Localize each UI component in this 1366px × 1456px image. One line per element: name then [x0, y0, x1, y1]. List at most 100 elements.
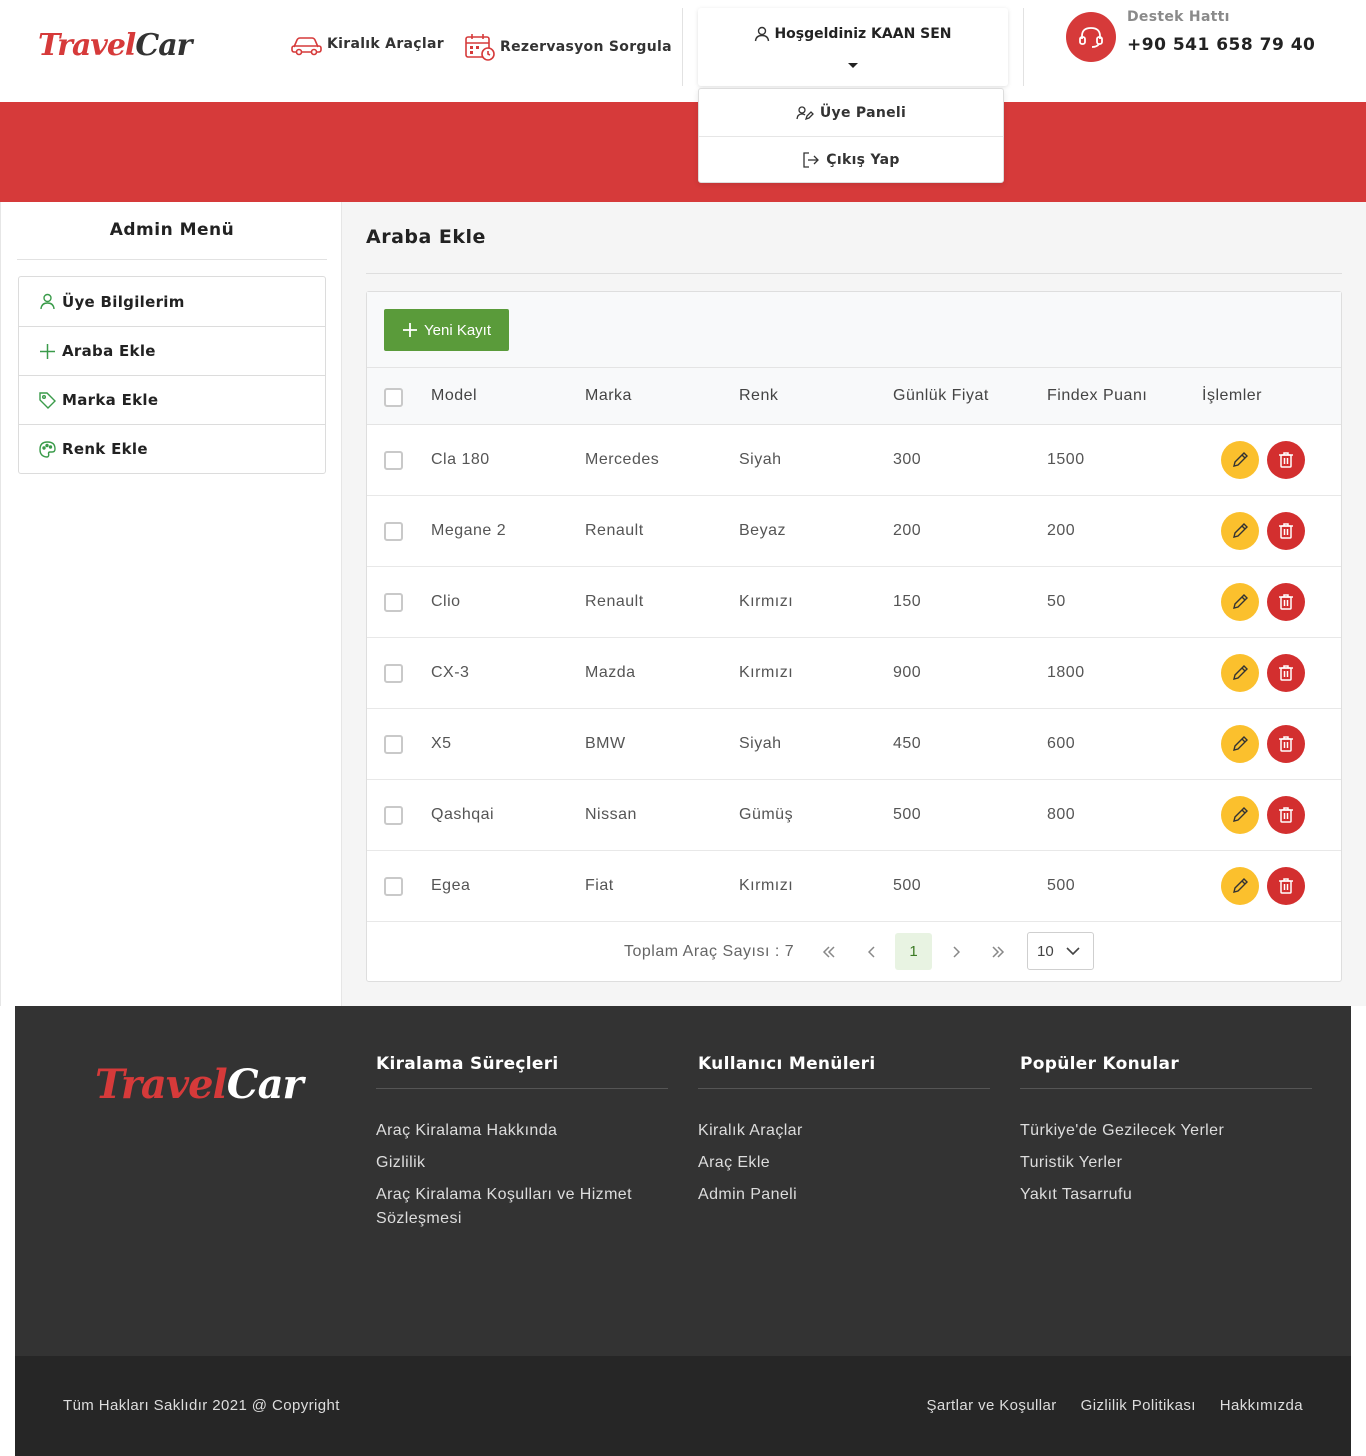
next-page-button[interactable] — [937, 933, 974, 970]
user-welcome-dropdown[interactable]: Hoşgeldiniz KAAN SEN — [698, 8, 1008, 86]
column-header-daily-price[interactable]: Günlük Fiyat — [893, 387, 989, 405]
sidebar-item-add-color[interactable]: Renk Ekle — [19, 424, 325, 473]
table-row: Egea Fiat Kırmızı 500 500 — [367, 851, 1341, 922]
table-cell: X5 — [431, 735, 452, 752]
sidebar-item-add-brand[interactable]: Marka Ekle — [19, 375, 325, 424]
footer-column-title: Kullanıcı Menüleri — [698, 1054, 876, 1074]
column-header-brand[interactable]: Marka — [585, 387, 632, 405]
row-checkbox[interactable] — [384, 451, 403, 470]
footer-column-user-menus: Kullanıcı Menüleri Kiralık Araçlar Araç … — [698, 1054, 990, 1215]
menu-item-logout[interactable]: Çıkış Yap — [699, 136, 1003, 183]
delete-button[interactable] — [1267, 583, 1305, 621]
select-all-checkbox[interactable] — [384, 388, 403, 407]
plus-icon — [40, 343, 55, 359]
footer-column-title: Popüler Konular — [1020, 1054, 1180, 1074]
double-chevron-right-icon — [991, 945, 1004, 958]
table-cell: Kırmızı — [739, 877, 794, 894]
edit-button[interactable] — [1221, 583, 1259, 621]
delete-button[interactable] — [1267, 725, 1305, 763]
table-cell: 800 — [1047, 806, 1076, 823]
admin-menu: Üye Bilgilerim Araba Ekle Marka Ekle Ren… — [18, 276, 326, 474]
sidebar-item-label: Renk Ekle — [62, 440, 148, 458]
support-phone[interactable]: +90 541 658 79 40 — [1127, 35, 1315, 55]
calendar-clock-icon — [465, 34, 495, 61]
user-dropdown-menu: Üye Paneli Çıkış Yap — [698, 88, 1004, 183]
table-cell: Clio — [431, 593, 461, 610]
delete-button[interactable] — [1267, 654, 1305, 692]
page-size-select[interactable]: 10 — [1027, 932, 1094, 970]
welcome-text: Hoşgeldiniz KAAN SEN — [698, 26, 1008, 42]
plus-icon — [403, 323, 417, 337]
row-checkbox[interactable] — [384, 877, 403, 896]
column-header-findex-score[interactable]: Findex Puanı — [1047, 387, 1147, 405]
support-label: Destek Hattı — [1127, 9, 1230, 25]
terms-link[interactable]: Şartlar ve Koşullar — [927, 1397, 1057, 1414]
chevron-right-icon — [952, 945, 960, 958]
edit-button[interactable] — [1221, 725, 1259, 763]
table-cell: BMW — [585, 735, 626, 752]
privacy-link[interactable]: Gizlilik Politikası — [1081, 1397, 1196, 1414]
table-row: Clio Renault Kırmızı 150 50 — [367, 567, 1341, 638]
footer-link[interactable]: Admin Paneli — [698, 1183, 990, 1207]
delete-button[interactable] — [1267, 441, 1305, 479]
edit-button[interactable] — [1221, 796, 1259, 834]
table-cell: Beyaz — [739, 522, 786, 539]
table-cell: 150 — [893, 593, 922, 610]
table-cell: 900 — [893, 664, 922, 681]
trash-icon — [1279, 523, 1293, 539]
row-checkbox[interactable] — [384, 806, 403, 825]
menu-item-member-panel[interactable]: Üye Paneli — [699, 89, 1003, 136]
edit-button[interactable] — [1221, 441, 1259, 479]
table-cell: Gümüş — [739, 806, 794, 823]
sidebar-title: Admin Menü — [109, 220, 235, 240]
table-toolbar: Yeni Kayıt — [367, 292, 1341, 368]
double-chevron-left-icon — [822, 945, 835, 958]
chevron-down-icon — [1066, 947, 1080, 955]
row-checkbox[interactable] — [384, 522, 403, 541]
footer-link[interactable]: Gizlilik — [376, 1151, 668, 1175]
table-cell: 50 — [1047, 593, 1066, 610]
column-header-actions: İşlemler — [1202, 387, 1263, 404]
table-cell: Megane 2 — [431, 522, 507, 539]
delete-button[interactable] — [1267, 796, 1305, 834]
edit-button[interactable] — [1221, 512, 1259, 550]
table-cell: 300 — [893, 451, 922, 468]
about-link[interactable]: Hakkımızda — [1220, 1397, 1303, 1414]
pencil-icon — [1233, 807, 1248, 822]
pencil-icon — [1233, 594, 1248, 609]
delete-button[interactable] — [1267, 867, 1305, 905]
pencil-icon — [1233, 878, 1248, 893]
prev-page-button[interactable] — [853, 933, 890, 970]
table-cell: Siyah — [739, 735, 782, 752]
footer-link[interactable]: Yakıt Tasarrufu — [1020, 1183, 1312, 1207]
chevron-down-icon — [848, 63, 858, 68]
footer-link[interactable]: Kiralık Araçlar — [698, 1119, 990, 1143]
nav-reservation-query[interactable]: Rezervasyon Sorgula — [464, 32, 672, 62]
sidebar-item-add-car[interactable]: Araba Ekle — [19, 326, 325, 375]
row-checkbox[interactable] — [384, 664, 403, 683]
first-page-button[interactable] — [810, 933, 847, 970]
footer-brand-logo[interactable]: TravelCar — [95, 1061, 304, 1108]
delete-button[interactable] — [1267, 512, 1305, 550]
table-cell: 500 — [893, 806, 922, 823]
sidebar-item-member-info[interactable]: Üye Bilgilerim — [19, 277, 325, 326]
column-header-color[interactable]: Renk — [739, 387, 778, 405]
page-size-value: 10 — [1037, 942, 1054, 960]
table-cell: 1500 — [1047, 451, 1085, 468]
new-record-button[interactable]: Yeni Kayıt — [384, 309, 509, 351]
nav-rental-cars[interactable]: Kiralık Araçlar — [290, 32, 444, 56]
footer-link[interactable]: Araç Ekle — [698, 1151, 990, 1175]
edit-button[interactable] — [1221, 654, 1259, 692]
row-checkbox[interactable] — [384, 593, 403, 612]
footer-link[interactable]: Turistik Yerler — [1020, 1151, 1312, 1175]
footer-link[interactable]: Türkiye'de Gezilecek Yerler — [1020, 1119, 1312, 1143]
row-checkbox[interactable] — [384, 735, 403, 754]
brand-logo[interactable]: TravelCar — [38, 28, 192, 63]
table-cell: 600 — [1047, 735, 1076, 752]
page-number-button[interactable]: 1 — [895, 933, 932, 970]
column-header-model[interactable]: Model — [431, 387, 477, 405]
edit-button[interactable] — [1221, 867, 1259, 905]
footer-link[interactable]: Araç Kiralama Koşulları ve Hizmet Sözleş… — [376, 1183, 668, 1231]
last-page-button[interactable] — [979, 933, 1016, 970]
footer-link[interactable]: Araç Kiralama Hakkında — [376, 1119, 668, 1143]
